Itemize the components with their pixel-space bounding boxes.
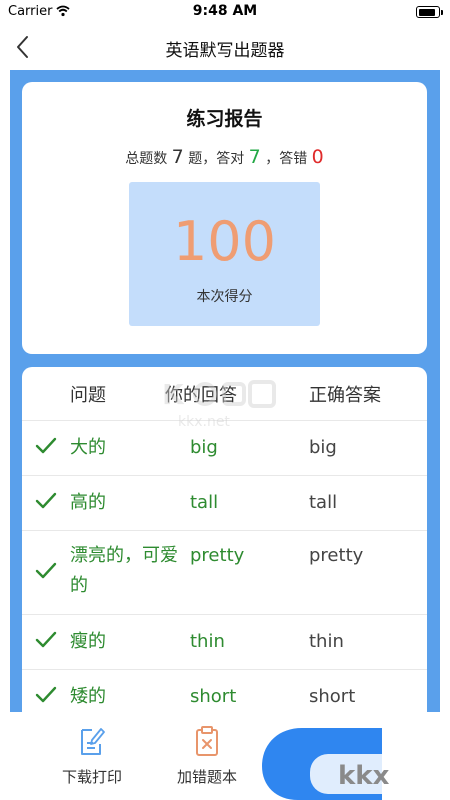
row-your-answer: pretty bbox=[190, 545, 245, 566]
summary-text-wrong: ，答错 bbox=[265, 151, 308, 167]
score-box: 100 本次得分 bbox=[129, 182, 320, 326]
row-question: 漂亮的，可爱的 bbox=[70, 545, 178, 596]
check-icon bbox=[35, 437, 57, 454]
row-your-answer: short bbox=[190, 686, 237, 707]
svg-text:K: K bbox=[162, 378, 185, 411]
check-icon bbox=[35, 492, 57, 509]
row-correct-answer: thin bbox=[309, 631, 344, 652]
svg-text:kkx: kkx bbox=[338, 761, 390, 791]
report-summary: 总题数 7 题，答对 7 ，答错 0 bbox=[22, 146, 427, 168]
table-row: 瘦的 thin thin bbox=[22, 614, 427, 670]
status-time: 9:48 AM bbox=[192, 3, 258, 19]
document-edit-icon bbox=[81, 728, 105, 755]
check-icon bbox=[35, 686, 57, 703]
report-card: 练习报告 总题数 7 题，答对 7 ，答错 0 100 本次得分 bbox=[22, 82, 427, 354]
wrong-count: 0 bbox=[311, 146, 324, 168]
clipboard-x-icon bbox=[196, 726, 218, 756]
row-question: 瘦的 bbox=[70, 631, 106, 652]
row-correct-answer: big bbox=[309, 437, 337, 458]
score-label: 本次得分 bbox=[196, 289, 253, 305]
summary-prefix: 总题数 bbox=[125, 151, 168, 167]
row-your-answer: tall bbox=[190, 492, 219, 513]
row-question: 矮的 bbox=[70, 686, 106, 707]
nav-bar: 英语默写出题器 bbox=[0, 24, 450, 70]
row-your-answer: thin bbox=[190, 631, 225, 652]
table-row: 高的 tall tall bbox=[22, 475, 427, 531]
row-correct-answer: tall bbox=[309, 492, 338, 513]
score-value: 100 bbox=[172, 210, 277, 273]
header-correct-answer: 正确答案 bbox=[309, 385, 381, 406]
row-your-answer: big bbox=[190, 437, 218, 458]
check-icon bbox=[35, 562, 57, 579]
row-correct-answer: short bbox=[309, 686, 356, 707]
download-print-button[interactable]: 下载打印 bbox=[47, 712, 137, 800]
summary-text-correct: 题，答对 bbox=[188, 151, 245, 167]
kkx-logo: kkx bbox=[310, 754, 440, 794]
check-icon bbox=[35, 631, 57, 648]
download-print-label: 下载打印 bbox=[61, 768, 122, 786]
correct-count: 7 bbox=[248, 146, 261, 168]
status-bar: Carrier 9:48 AM bbox=[0, 0, 450, 24]
svg-text:kkx.net: kkx.net bbox=[178, 414, 230, 430]
row-question: 大的 bbox=[70, 437, 106, 458]
report-title: 练习报告 bbox=[186, 108, 263, 130]
add-wrong-book-label: 加错题本 bbox=[176, 768, 237, 786]
watermark-logo: K kkx.net bbox=[162, 378, 276, 430]
table-row: 漂亮的，可爱的 pretty pretty bbox=[22, 530, 427, 615]
row-correct-answer: pretty bbox=[309, 545, 364, 566]
total-count: 7 bbox=[171, 146, 184, 168]
battery-icon bbox=[416, 6, 443, 18]
add-wrong-book-button[interactable]: 加错题本 bbox=[162, 712, 252, 800]
page-title: 英语默写出题器 bbox=[165, 41, 285, 61]
header-question: 问题 bbox=[70, 385, 106, 406]
row-question: 高的 bbox=[70, 492, 106, 513]
